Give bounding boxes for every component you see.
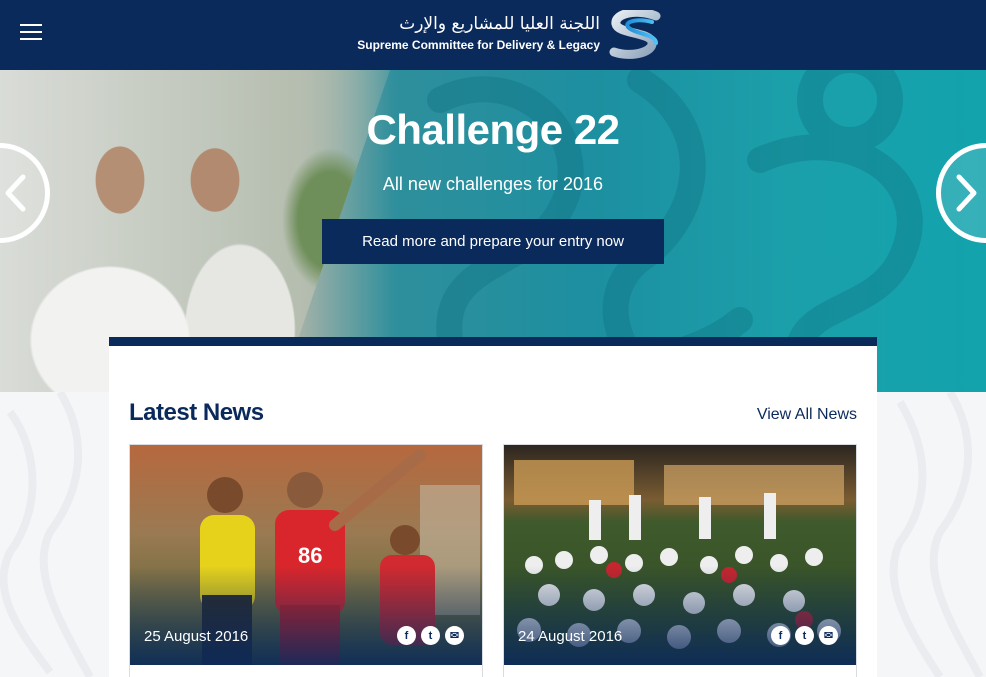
site-header: اللجنة العليا للمشاريع والإرث Supreme Co… [0,0,986,70]
logo-emblem-icon [609,10,661,59]
twitter-icon[interactable]: t [795,626,814,645]
facebook-icon[interactable]: f [397,626,416,645]
facebook-icon[interactable]: f [771,626,790,645]
hero-subtitle: All new challenges for 2016 [382,174,604,194]
news-card[interactable]: 24 August 2016 f t ✉ [503,444,857,677]
hamburger-icon-bar [20,31,42,33]
news-date: 25 August 2016 [144,628,249,645]
share-buttons: f t ✉ [771,626,838,645]
hero-cta-button[interactable]: Read more and prepare your entry now [322,219,664,264]
latest-news-section: Latest News View All News 25 August 2016… [109,337,877,677]
email-icon[interactable]: ✉ [819,626,838,645]
email-icon[interactable]: ✉ [445,626,464,645]
share-buttons: f t ✉ [397,626,464,645]
hamburger-icon-bar [20,38,42,40]
hero-title: Challenge 22 [366,106,620,153]
logo-arabic-text: اللجنة العليا للمشاريع والإرث [399,14,600,34]
twitter-icon[interactable]: t [421,626,440,645]
hamburger-icon-bar [20,24,42,26]
chevron-left-icon [5,174,26,212]
site-logo[interactable]: اللجنة العليا للمشاريع والإرث Supreme Co… [322,10,664,62]
news-card[interactable]: 86 25 August 2016 f t ✉ [129,444,483,677]
hamburger-menu-button[interactable] [20,24,46,46]
section-title: Latest News [129,399,264,426]
news-date: 24 August 2016 [518,628,623,645]
view-all-news-link[interactable]: View All News [757,406,857,424]
chevron-right-icon [956,174,977,212]
logo-english-text: Supreme Committee for Delivery & Legacy [357,38,600,52]
